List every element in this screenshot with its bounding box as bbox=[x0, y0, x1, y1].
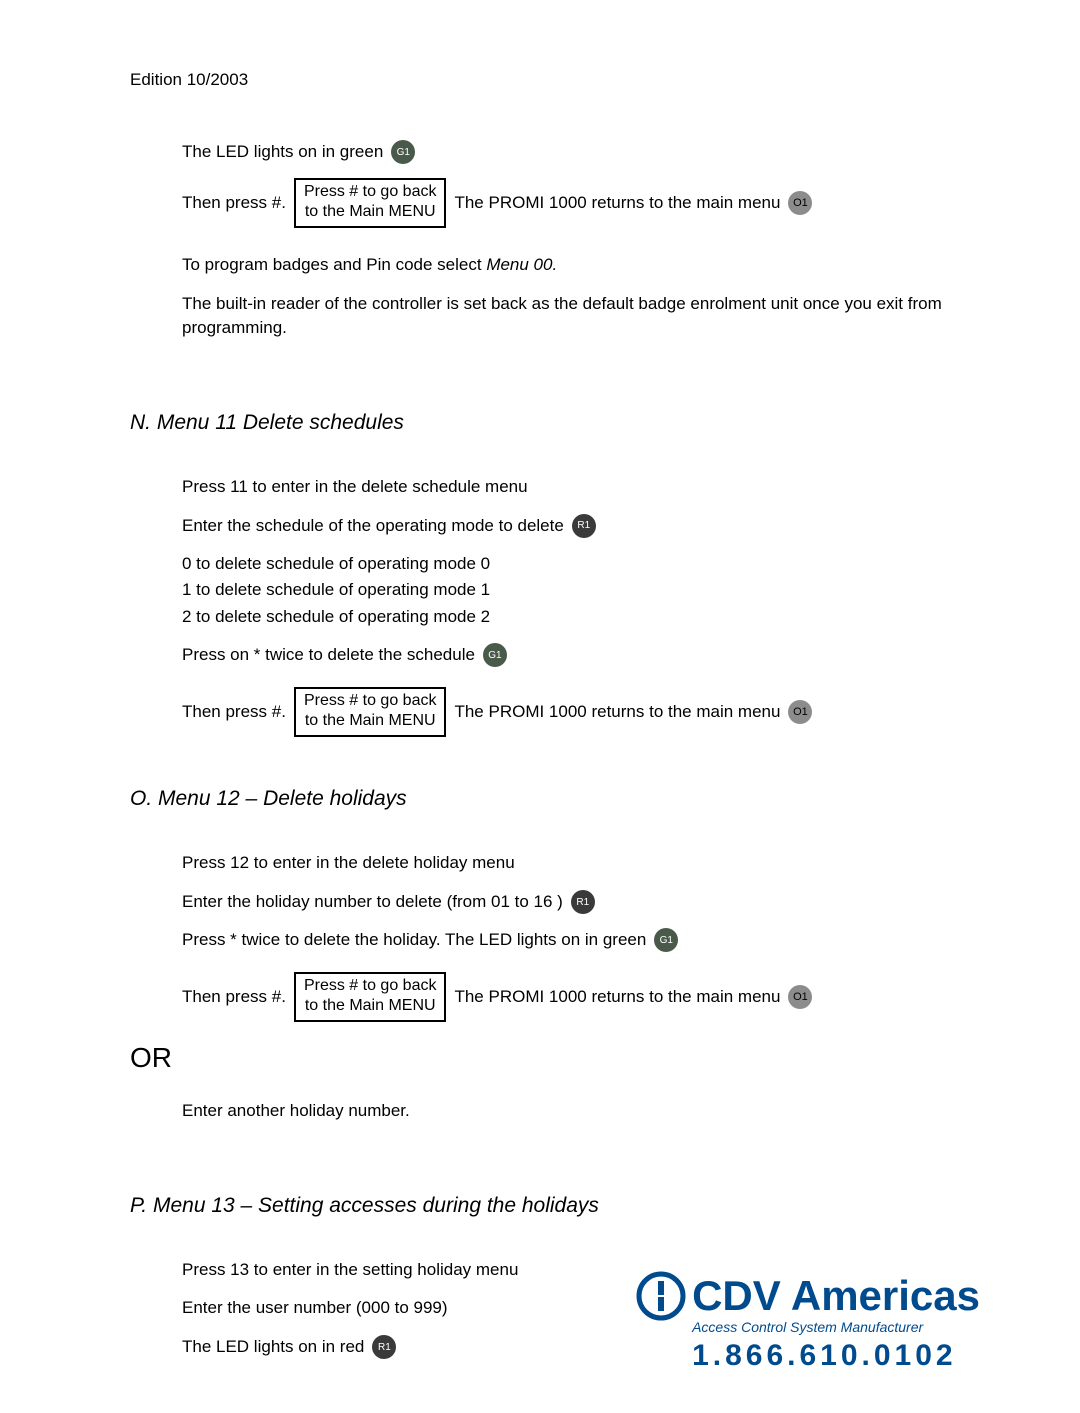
section-o-block: Press 12 to enter in the delete holiday … bbox=[130, 851, 980, 1022]
brand-row: CDV Americas bbox=[636, 1271, 980, 1321]
then-press-row-1: Then press #. Press # to go back to the … bbox=[182, 178, 980, 228]
goback-box: Press # to go back to the Main MENU bbox=[294, 687, 447, 737]
brand-logo-icon bbox=[636, 1271, 686, 1321]
then-press-text: Then press #. bbox=[182, 193, 286, 213]
n-p1: Press 11 to enter in the delete schedule… bbox=[182, 475, 980, 500]
o-p3-row: Press * twice to delete the holiday. The… bbox=[182, 928, 980, 952]
or-alt: Enter another holiday number. bbox=[182, 1099, 980, 1124]
box-line1: Press # to go back bbox=[304, 182, 437, 202]
box-line2: to the Main MENU bbox=[304, 711, 437, 731]
led-r1-icon: R1 bbox=[572, 514, 596, 538]
brand-name: CDV Americas bbox=[692, 1275, 980, 1317]
then-press-text: Then press #. bbox=[182, 702, 286, 722]
led-r1-icon: R1 bbox=[372, 1335, 396, 1359]
led-g1-icon: G1 bbox=[654, 928, 678, 952]
returns-main-text: The PROMI 1000 returns to the main menu bbox=[454, 193, 780, 213]
brand-phone: 1.866.610.0102 bbox=[692, 1339, 980, 1373]
then-press-text: Then press #. bbox=[182, 987, 286, 1007]
n-opt1: 1 to delete schedule of operating mode 1 bbox=[182, 578, 980, 603]
goback-box: Press # to go back to the Main MENU bbox=[294, 972, 447, 1022]
intro-block: The LED lights on in green G1 Then press… bbox=[130, 140, 980, 341]
led-g1-icon: G1 bbox=[483, 643, 507, 667]
program-badges-menu: Menu 00. bbox=[486, 255, 557, 274]
section-o-title: O. Menu 12 – Delete holidays bbox=[130, 787, 980, 811]
p-p3: The LED lights on in red bbox=[182, 1337, 364, 1357]
or-block: Enter another holiday number. bbox=[130, 1099, 980, 1124]
o-p2-row: Enter the holiday number to delete (from… bbox=[182, 890, 980, 914]
led-o1-icon: O1 bbox=[788, 700, 812, 724]
box-line2: to the Main MENU bbox=[304, 996, 437, 1016]
o-p1: Press 12 to enter in the delete holiday … bbox=[182, 851, 980, 876]
returns-main-text: The PROMI 1000 returns to the main menu bbox=[454, 987, 780, 1007]
n-p2-row: Enter the schedule of the operating mode… bbox=[182, 514, 980, 538]
led-o1-icon: O1 bbox=[788, 985, 812, 1009]
edition-line: Edition 10/2003 bbox=[130, 70, 980, 90]
then-press-row-3: Then press #. Press # to go back to the … bbox=[182, 972, 980, 1022]
box-line2: to the Main MENU bbox=[304, 202, 437, 222]
then-press-row-2: Then press #. Press # to go back to the … bbox=[182, 687, 980, 737]
returns-main-text: The PROMI 1000 returns to the main menu bbox=[454, 702, 780, 722]
o-p2: Enter the holiday number to delete (from… bbox=[182, 892, 563, 912]
footer-brand: CDV Americas Access Control System Manuf… bbox=[636, 1271, 980, 1373]
brand-tagline: Access Control System Manufacturer bbox=[692, 1319, 980, 1335]
program-badges-line: To program badges and Pin code select Me… bbox=[182, 253, 980, 278]
or-heading: OR bbox=[130, 1042, 980, 1074]
document-page: Edition 10/2003 The LED lights on in gre… bbox=[0, 0, 1080, 1413]
led-green-text: The LED lights on in green bbox=[182, 142, 383, 162]
o-p3: Press * twice to delete the holiday. The… bbox=[182, 930, 646, 950]
program-badges-prefix: To program badges and Pin code select bbox=[182, 255, 486, 274]
box-line1: Press # to go back bbox=[304, 691, 437, 711]
n-press-star-row: Press on * twice to delete the schedule … bbox=[182, 643, 980, 667]
section-p-title: P. Menu 13 – Setting accesses during the… bbox=[130, 1194, 980, 1218]
n-p2: Enter the schedule of the operating mode… bbox=[182, 516, 564, 536]
goback-box: Press # to go back to the Main MENU bbox=[294, 178, 447, 228]
led-r1-icon: R1 bbox=[571, 890, 595, 914]
box-line1: Press # to go back bbox=[304, 976, 437, 996]
n-opt0: 0 to delete schedule of operating mode 0 bbox=[182, 552, 980, 577]
led-green-row: The LED lights on in green G1 bbox=[182, 140, 980, 164]
led-o1-icon: O1 bbox=[788, 191, 812, 215]
builtin-reader-text: The built-in reader of the controller is… bbox=[182, 292, 980, 341]
n-opt2: 2 to delete schedule of operating mode 2 bbox=[182, 605, 980, 630]
n-press-star: Press on * twice to delete the schedule bbox=[182, 645, 475, 665]
section-n-title: N. Menu 11 Delete schedules bbox=[130, 411, 980, 435]
section-n-block: Press 11 to enter in the delete schedule… bbox=[130, 475, 980, 738]
led-g1-icon: G1 bbox=[391, 140, 415, 164]
